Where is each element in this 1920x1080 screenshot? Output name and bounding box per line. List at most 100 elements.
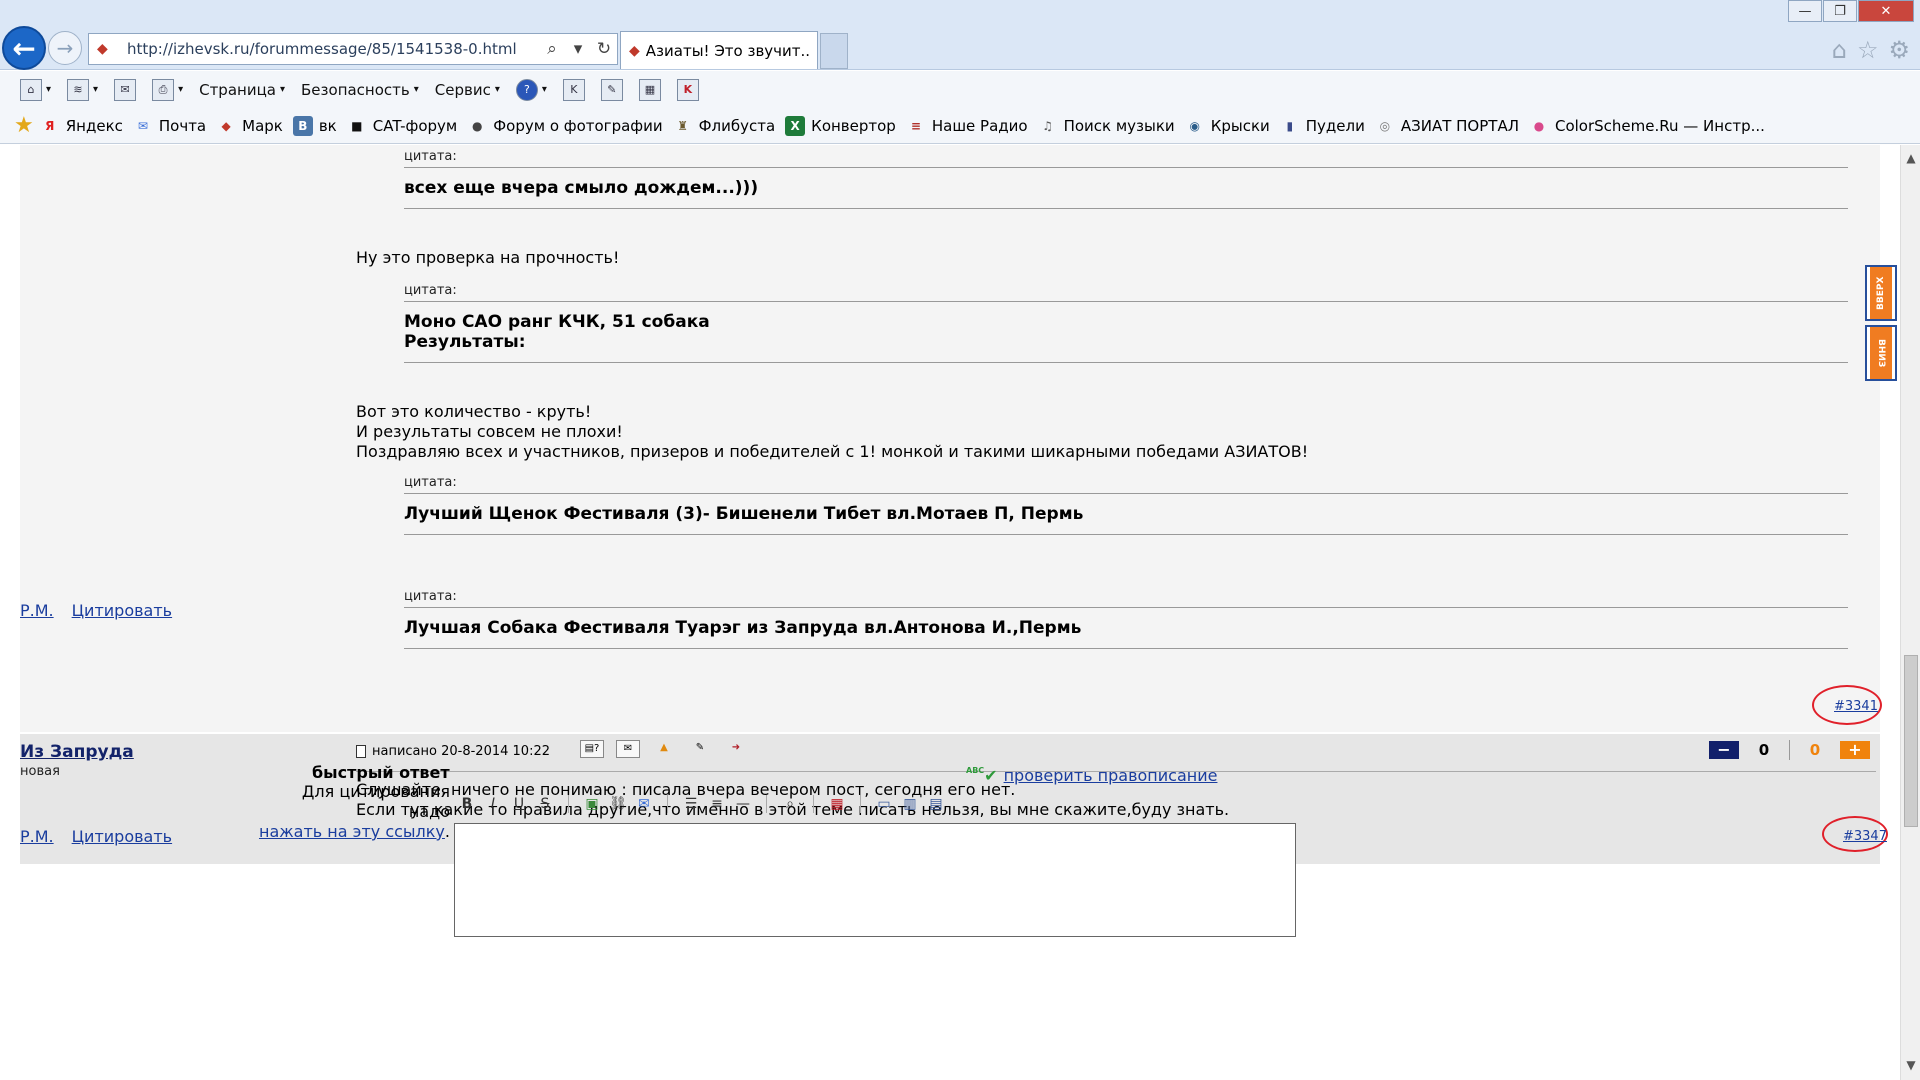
fav-photo-forum[interactable]: ● Форум о фотографии <box>467 116 663 136</box>
menu-page[interactable]: Страница ▾ <box>199 81 285 99</box>
email-icon[interactable]: ✉ <box>633 794 655 814</box>
fav-aziat-portal[interactable]: ◎ АЗИАТ ПОРТАЛ <box>1375 116 1519 136</box>
warning-icon[interactable]: ▲ <box>652 740 676 758</box>
settings-gear-icon[interactable]: ⚙ <box>1888 36 1910 64</box>
underline-button[interactable]: U <box>508 794 530 814</box>
author-name[interactable]: Из Запруда <box>20 742 134 762</box>
mail-icon[interactable]: ✉ <box>616 740 640 758</box>
minimize-button[interactable]: — <box>1788 0 1822 22</box>
home-icon[interactable]: ⌂ <box>1832 36 1847 64</box>
bullet-list-icon[interactable]: ☰ <box>680 794 702 814</box>
toolbar-separator <box>766 795 767 813</box>
favorites-star-icon[interactable]: ★ <box>14 113 34 138</box>
addon-translate-command[interactable]: ✎ <box>600 78 623 101</box>
reply-textarea[interactable] <box>454 823 1296 937</box>
addon-k-command[interactable]: K <box>562 78 585 101</box>
home-command[interactable]: ⌂ ▾ <box>20 78 52 101</box>
mail-command[interactable]: ✉ <box>114 78 137 101</box>
italic-button[interactable]: I <box>482 794 504 814</box>
fav-mail[interactable]: ✉ Почта <box>133 116 206 136</box>
menu-tools[interactable]: Сервис ▾ <box>435 81 500 99</box>
scroll-arrow-down-icon[interactable]: ▼ <box>1903 1058 1919 1074</box>
back-button[interactable]: ← <box>2 26 46 70</box>
fav-converter[interactable]: X Конвертор <box>785 115 896 136</box>
strikethrough-button[interactable]: S <box>534 794 556 814</box>
addon-kaspersky-command[interactable]: K <box>676 78 699 101</box>
refresh-icon[interactable]: ↻ <box>591 39 617 59</box>
post-number-link[interactable]: #3341 <box>1834 699 1878 714</box>
yandex-icon: Я <box>45 118 55 133</box>
feeds-command[interactable]: ≋ ▾ <box>67 78 98 101</box>
scroll-arrow-up-icon[interactable]: ▲ <box>1903 151 1919 167</box>
fav-mark[interactable]: ◆ Марк <box>216 116 283 136</box>
maximize-button[interactable]: ❐ <box>1823 0 1857 22</box>
forward-button[interactable]: → <box>48 31 82 65</box>
private-message-link[interactable]: Р.М. <box>20 601 54 620</box>
bold-button[interactable]: B <box>456 794 478 814</box>
image-icon[interactable]: ▣ <box>581 794 603 814</box>
numbered-list-icon[interactable]: ≡ <box>706 794 728 814</box>
rate-down-button[interactable]: − <box>1709 741 1739 759</box>
horizontal-rule-icon[interactable]: — <box>732 794 754 814</box>
quote-text: Моно САО ранг КЧК, 51 собака Результаты: <box>404 302 1848 363</box>
scroll-thumb[interactable] <box>1904 655 1918 827</box>
fav-cat-forum[interactable]: ■ CAT-форум <box>347 116 457 136</box>
edit-icon[interactable]: ✎ <box>688 740 712 758</box>
quote-link[interactable]: Цитировать <box>72 601 172 620</box>
tab-favicon-icon: ◆ <box>629 42 640 59</box>
help-command[interactable]: ? ▾ <box>515 78 547 101</box>
favorites-star-icon[interactable]: ☆ <box>1857 36 1879 64</box>
fav-vk[interactable]: Bвк <box>292 115 337 136</box>
post-tools: ▤? ✉ ▲ ✎ ➜ <box>580 740 748 758</box>
quote-text: Лучший Щенок Фестиваля (3)- Бишенели Тиб… <box>404 494 1848 535</box>
fav-yandex[interactable]: Я Яндекс <box>40 116 123 136</box>
profile-card-icon[interactable]: ▤? <box>580 740 604 758</box>
fav-nashe-radio[interactable]: ≡ Наше Радио <box>906 116 1028 136</box>
spell-check-link[interactable]: проверить правописание <box>1004 766 1218 785</box>
dropdown-caret-icon[interactable]: ▾ <box>565 39 591 59</box>
addon-filter-command[interactable]: ▦ <box>638 78 661 101</box>
quote-text: Лучшая Собака Фестиваля Туарэг из Запруд… <box>404 608 1848 649</box>
print-command[interactable]: ⎙ ▾ <box>152 78 183 101</box>
new-tab-button[interactable] <box>820 33 848 69</box>
cat-forum-icon: ■ <box>351 118 363 133</box>
scroll-down-button[interactable]: ВНИЗ <box>1865 325 1897 381</box>
table-columns-icon[interactable]: ▥ <box>899 794 921 814</box>
fav-flibusta[interactable]: ♜ Флибуста <box>673 116 775 136</box>
chevron-down-icon: ▾ <box>46 84 52 95</box>
help-icon: ? <box>515 78 538 101</box>
table-icon[interactable]: ▭ <box>873 794 895 814</box>
fav-colorscheme[interactable]: ● ColorScheme.Ru — Инстр... <box>1529 116 1765 136</box>
author-role: новая <box>20 764 60 779</box>
arrow-right-icon: → <box>56 36 74 60</box>
tab-active[interactable]: ◆ Азиаты! Это звучит... <box>620 31 818 69</box>
fav-rats[interactable]: ◉ Крыски <box>1185 116 1269 136</box>
address-bar[interactable]: ◆ http://izhevsk.ru/forummessage/85/1541… <box>88 33 618 65</box>
menu-security[interactable]: Безопасность ▾ <box>301 81 419 99</box>
fav-poodles[interactable]: ▮ Пудели <box>1280 116 1364 136</box>
exit-icon[interactable]: ➜ <box>724 740 748 758</box>
quote-link[interactable]: Цитировать <box>72 827 172 846</box>
private-message-link[interactable]: Р.М. <box>20 827 54 846</box>
fav-music-search[interactable]: ♫ Поиск музыки <box>1038 116 1175 136</box>
quote-block: цитата: Лучший Щенок Фестиваля (3)- Бише… <box>404 475 1848 535</box>
search-replace-icon[interactable]: ⌕ <box>779 794 801 814</box>
quick-reply-title: быстрый ответ <box>312 763 450 782</box>
table-rows-icon[interactable]: ▤ <box>925 794 947 814</box>
post-number-link[interactable]: #3347 <box>1843 829 1887 844</box>
rate-up-button[interactable]: + <box>1840 741 1870 759</box>
scroll-up-label: ВВЕРХ <box>1870 267 1892 319</box>
arrow-left-icon: ← <box>12 31 36 65</box>
search-icon[interactable]: ⌕ <box>539 39 565 59</box>
link-icon[interactable]: ⛓ <box>607 794 629 814</box>
calendar-icon[interactable]: ▦ <box>826 794 848 814</box>
scroll-down-label: ВНИЗ <box>1870 327 1892 379</box>
page-scrollbar[interactable]: ▲ ▼ <box>1900 145 1920 1080</box>
address-url[interactable]: http://izhevsk.ru/forummessage/85/154153… <box>127 40 539 58</box>
quote-label: цитата: <box>404 475 457 490</box>
scroll-up-button[interactable]: ВВЕРХ <box>1865 265 1897 321</box>
quote-instruction-link[interactable]: нажать на эту ссылку <box>259 822 445 841</box>
quote-label: цитата: <box>404 589 457 604</box>
close-button[interactable]: ✕ <box>1858 0 1914 22</box>
post-text: Вот это количество - круть! И результаты… <box>356 402 1309 461</box>
